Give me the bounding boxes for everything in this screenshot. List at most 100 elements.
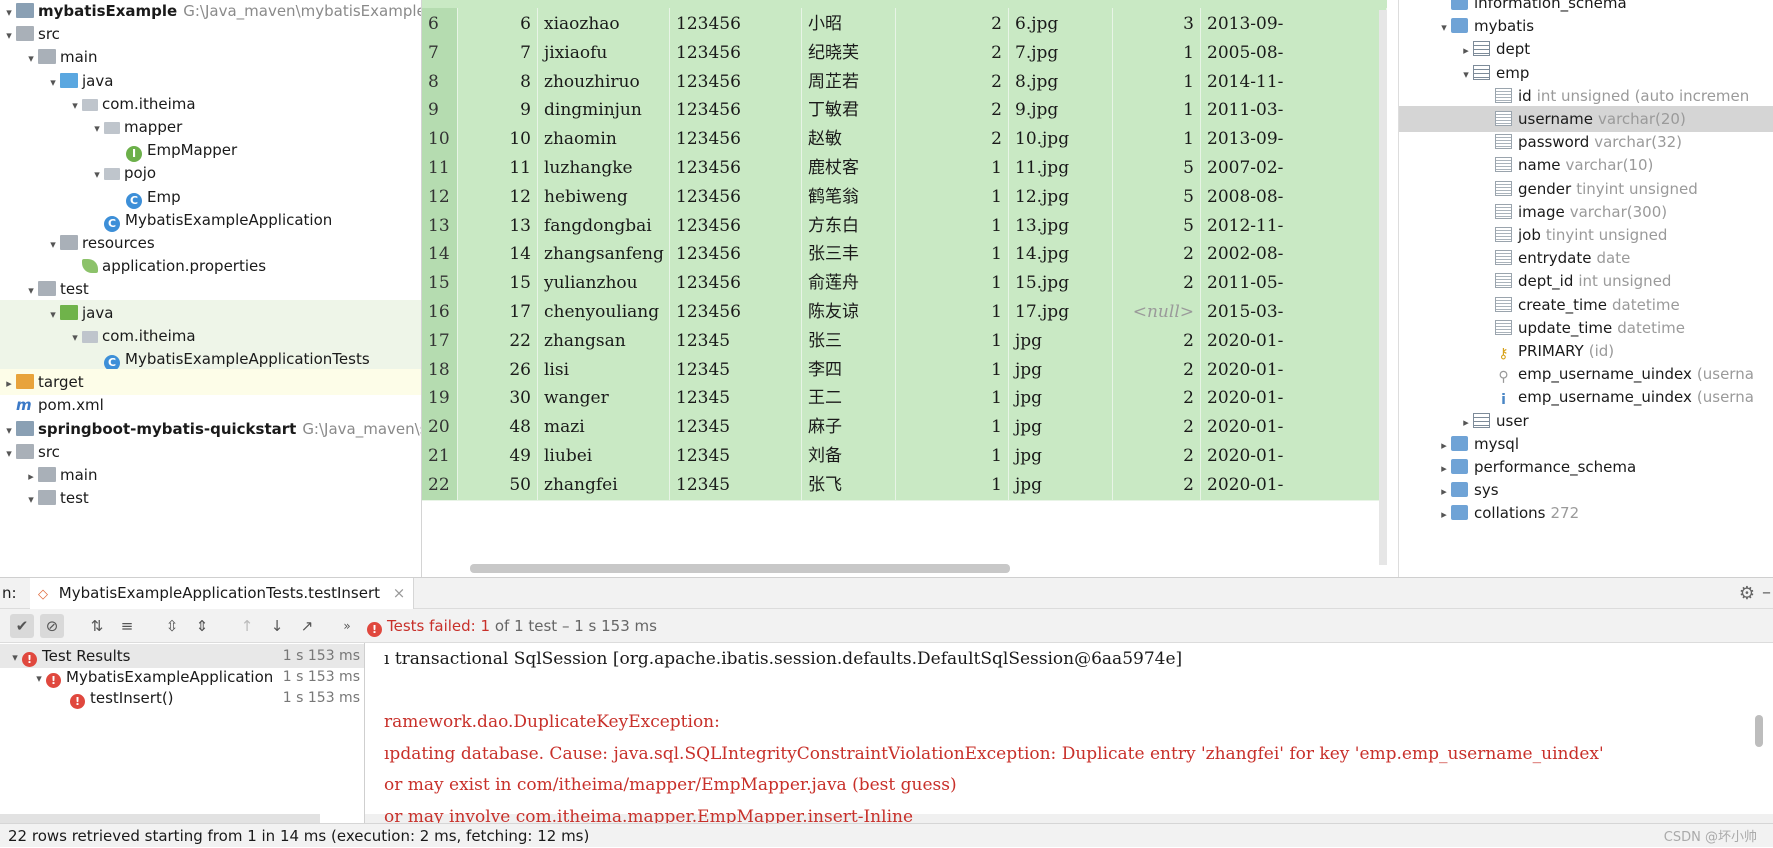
table-cell[interactable]: liubei [538, 440, 670, 472]
project-tree-item[interactable]: ▾ mapper [0, 114, 421, 140]
table-cell[interactable]: 2020-01- [1201, 353, 1387, 386]
table-cell[interactable]: 张三 [802, 324, 896, 357]
project-tree-item[interactable]: ▾ java [0, 68, 421, 94]
next-failed-icon[interactable]: ↓ [265, 614, 289, 638]
table-cell[interactable]: 2020-01- [1201, 440, 1387, 472]
project-tree-panel[interactable]: ▾ mybatisExample G:\Java_maven\mybatisExam… [0, 0, 422, 577]
table-cell[interactable]: 2012-11- [1201, 209, 1387, 242]
table-cell[interactable]: 2002-08- [1201, 238, 1387, 271]
table-cell[interactable]: 鹿杖客 [802, 152, 896, 184]
expand-arrow-icon[interactable]: ▸ [1437, 502, 1451, 528]
table-cell[interactable]: 17 [458, 296, 538, 328]
table-cell[interactable]: jpg [1009, 440, 1113, 472]
db-tree-item[interactable]: ▾ emp [1399, 60, 1773, 86]
table-cell[interactable]: 30 [458, 382, 538, 415]
table-cell[interactable]: 2 [1113, 468, 1201, 501]
db-tree-item[interactable]: entrydate date [1399, 245, 1773, 271]
table-cell[interactable]: lisi [538, 353, 670, 386]
table-cell[interactable]: <null> [1113, 296, 1201, 328]
project-tree-item[interactable]: ▾ com.itheima [0, 91, 421, 117]
table-cell[interactable]: 2 [896, 123, 1009, 156]
table-cell[interactable]: 小昭 [802, 8, 896, 40]
db-tree-item[interactable]: ⚲ emp_username_uindex (userna [1399, 361, 1773, 387]
table-cell[interactable]: chenyouliang [538, 296, 670, 328]
db-tree-item[interactable]: id int unsigned (auto incremen [1399, 83, 1773, 109]
table-cell[interactable]: 1 [896, 411, 1009, 444]
table-cell[interactable]: 2 [1113, 324, 1201, 357]
table-cell[interactable]: wanger [538, 382, 670, 415]
db-tree-item[interactable]: ▸ mysql [1399, 431, 1773, 457]
db-tree-item[interactable]: ⅰ emp_username_uindex (userna [1399, 384, 1773, 410]
table-cell[interactable]: 2 [1113, 353, 1201, 386]
table-cell[interactable]: 12.jpg [1009, 180, 1113, 213]
table-cell[interactable]: mazi [538, 411, 670, 444]
table-cell[interactable]: 2008-08- [1201, 180, 1387, 213]
table-cell[interactable]: 123456 [670, 152, 802, 184]
show-ignored-toggle-icon[interactable]: ⊘ [40, 614, 64, 638]
table-cell[interactable]: 9 [458, 94, 538, 127]
db-tree-item[interactable]: ▸ user [1399, 408, 1773, 434]
table-cell[interactable]: 3 [1113, 8, 1201, 40]
db-tree-item[interactable]: create_time datetime [1399, 292, 1773, 318]
table-cell[interactable]: 123456 [670, 209, 802, 242]
table-cell[interactable]: 12345 [670, 324, 802, 357]
table-cell[interactable]: 李四 [802, 353, 896, 386]
table-cell[interactable]: dingminjun [538, 94, 670, 127]
console-scrollbar[interactable] [1755, 715, 1763, 747]
project-tree-item[interactable]: ▾ java [0, 299, 421, 326]
table-cell[interactable]: 123456 [670, 296, 802, 328]
table-cell[interactable]: 王二 [802, 382, 896, 415]
table-cell[interactable]: 15 [458, 267, 538, 300]
project-tree-item[interactable]: ▾ resources [0, 230, 421, 256]
table-cell[interactable]: 26 [458, 353, 538, 386]
db-tree-item[interactable]: ▸ dept [1399, 36, 1773, 62]
table-cell[interactable]: 6 [458, 8, 538, 40]
table-cell[interactable]: 14 [458, 238, 538, 271]
db-tree-item[interactable]: update_time datetime [1399, 315, 1773, 341]
table-cell[interactable]: hebiweng [538, 180, 670, 213]
table-cell[interactable]: 周芷若 [802, 65, 896, 98]
db-tree-item[interactable]: password varchar(32) [1399, 129, 1773, 155]
table-cell[interactable]: 2 [1113, 411, 1201, 444]
table-cell[interactable]: 2007-02- [1201, 152, 1387, 184]
table-cell[interactable]: jpg [1009, 353, 1113, 386]
table-cell[interactable]: jpg [1009, 382, 1113, 415]
db-tree-item[interactable]: ▾ mybatis [1399, 13, 1773, 39]
table-cell[interactable]: 纪晓芙 [802, 36, 896, 69]
db-tree-item[interactable]: ▸ performance_schema [1399, 454, 1773, 480]
table-cell[interactable]: 12345 [670, 440, 802, 472]
table-cell[interactable]: 1 [896, 440, 1009, 472]
table-cell[interactable]: 2 [1113, 382, 1201, 415]
table-cell[interactable]: 11.jpg [1009, 152, 1113, 184]
test-results-tree[interactable]: ▾! Test Results 1 s 153 ms ▾! MybatisExample… [0, 643, 365, 823]
table-cell[interactable]: 1 [896, 209, 1009, 242]
test-result-item[interactable]: ! testInsert() 1 s 153 ms [0, 686, 364, 710]
project-tree-item[interactable]: ▾ src [0, 439, 421, 465]
table-cell[interactable]: 1 [896, 296, 1009, 328]
table-cell[interactable]: 赵敏 [802, 123, 896, 156]
table-cell[interactable]: 1 [896, 180, 1009, 213]
table-cell[interactable]: 2015-03- [1201, 296, 1387, 328]
collapse-all-icon[interactable]: ⇕ [190, 614, 214, 638]
table-cell[interactable]: 1 [896, 267, 1009, 300]
table-cell[interactable]: 2014-11- [1201, 65, 1387, 98]
table-cell[interactable]: 13 [458, 209, 538, 242]
table-cell[interactable]: 50 [458, 468, 538, 501]
database-tree-panel[interactable]: information_schema ▾ mybatis ▸ dept ▾ emp id int… [1398, 0, 1773, 577]
table-cell[interactable]: 10 [458, 123, 538, 156]
table-cell[interactable]: 张飞 [802, 468, 896, 501]
table-cell[interactable]: 刘备 [802, 440, 896, 472]
table-cell[interactable]: 2011-05- [1201, 267, 1387, 300]
grid-vertical-scrollbar[interactable] [1379, 10, 1387, 565]
project-tree-item[interactable]: ▸ target [0, 369, 421, 396]
project-tree-item[interactable]: I EmpMapper [0, 137, 421, 163]
db-tree-item[interactable]: username varchar(20) [1399, 106, 1773, 132]
table-cell[interactable]: 123456 [670, 8, 802, 40]
table-cell[interactable]: 17.jpg [1009, 296, 1113, 328]
table-cell[interactable]: 6.jpg [1009, 8, 1113, 40]
run-tab[interactable]: ◇ MybatisExampleApplicationTests.testIns… [30, 578, 415, 609]
table-cell[interactable]: 8 [458, 65, 538, 98]
table-cell[interactable]: 1 [1113, 65, 1201, 98]
table-cell[interactable]: 9.jpg [1009, 94, 1113, 127]
table-cell[interactable]: zhouzhiruo [538, 65, 670, 98]
